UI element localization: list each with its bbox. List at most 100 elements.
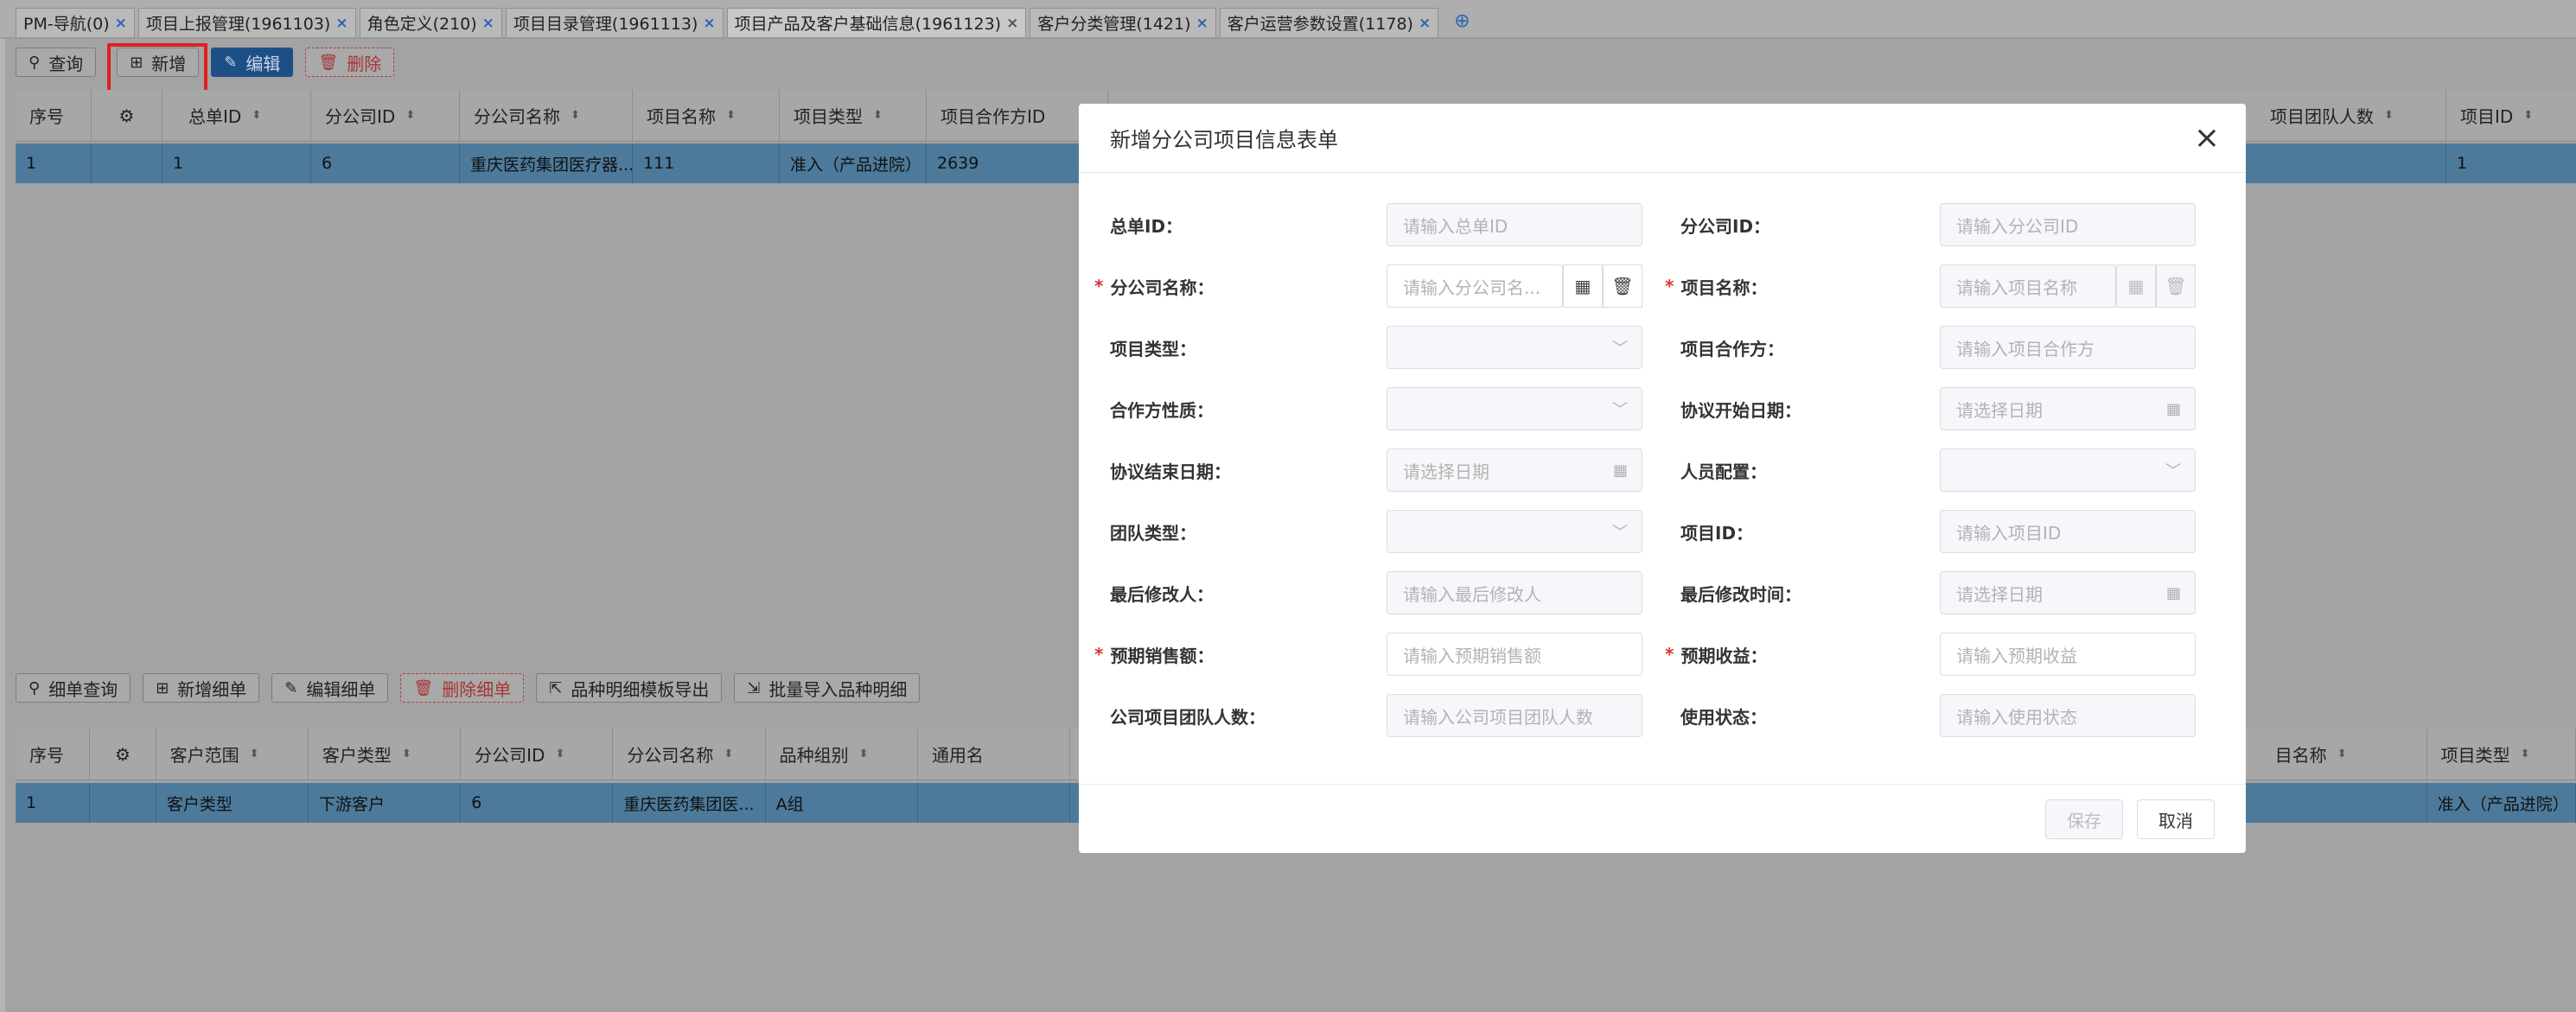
usage-status-input[interactable]: 请输入使用状态 xyxy=(1940,694,2196,737)
close-icon[interactable]: × xyxy=(2194,123,2220,154)
column-header[interactable]: 分公司名称 ⬍ xyxy=(613,728,766,780)
team-size-input[interactable]: 请输入公司项目团队人数 xyxy=(1387,694,1642,737)
required-marker: * xyxy=(1094,276,1104,296)
tab-close-icon[interactable]: × xyxy=(1196,15,1208,32)
column-header[interactable]: 分公司ID ⬍ xyxy=(311,89,460,142)
batch-import-button[interactable]: ⇲ 批量导入品种明细 xyxy=(734,673,921,703)
column-header[interactable]: 序号 xyxy=(16,728,91,780)
column-header[interactable]: 品种组别 ⬍ xyxy=(766,728,918,780)
project-name-input[interactable]: 请输入项目名称 xyxy=(1940,264,2116,308)
sort-icon[interactable]: ⬍ xyxy=(2521,748,2530,761)
sort-icon[interactable]: ⬍ xyxy=(726,109,736,122)
cancel-button[interactable]: 取消 xyxy=(2137,799,2215,839)
export-template-button[interactable]: ⇱ 品种明细模板导出 xyxy=(536,673,723,703)
total-order-id-label: 总单ID： xyxy=(1110,203,1183,246)
sort-icon[interactable]: ⬍ xyxy=(2337,748,2347,761)
sort-icon[interactable]: ⬍ xyxy=(2523,109,2533,122)
sort-icon[interactable]: ⬍ xyxy=(405,109,415,122)
column-header[interactable]: 项目类型 ⬍ xyxy=(2427,728,2576,780)
placeholder-text: 请选择日期 xyxy=(1956,583,2043,605)
last-modified-time-input[interactable]: 请选择日期 ▦ xyxy=(1940,571,2196,614)
tab-project-product-customer[interactable]: 项目产品及客户基础信息(1961123) × xyxy=(726,8,1027,37)
column-header[interactable]: 客户范围 ⬍ xyxy=(156,728,309,780)
tab-close-icon[interactable]: × xyxy=(482,15,494,32)
last-modifier-input[interactable]: 请输入最后修改人 xyxy=(1387,571,1642,614)
sort-icon[interactable]: ⬍ xyxy=(724,748,733,761)
cell: 1 xyxy=(16,143,92,183)
column-header[interactable]: 目名称 ⬍ xyxy=(2272,728,2427,780)
tab-close-icon[interactable]: × xyxy=(703,15,715,32)
sort-icon[interactable]: ⬍ xyxy=(555,748,564,761)
tab-pm-nav[interactable]: PM-导航(0) × xyxy=(16,8,135,37)
column-header[interactable]: 分公司名称 ⬍ xyxy=(460,89,633,142)
column-header[interactable]: 项目类型 ⬍ xyxy=(780,89,927,142)
tab-close-icon[interactable]: × xyxy=(1006,15,1018,32)
delete-button[interactable]: 🗑 删除 xyxy=(305,48,395,77)
expected-profit-input[interactable]: 请输入预期收益 xyxy=(1940,633,2196,676)
add-tab-icon[interactable]: ⊕ xyxy=(1454,10,1470,32)
total-order-id-input[interactable]: 请输入总单ID xyxy=(1387,203,1642,246)
field-label-text: 预期收益： xyxy=(1680,645,1768,666)
field-label-text: 预期销售额： xyxy=(1110,645,1215,666)
column-header[interactable]: 序号 xyxy=(16,89,92,142)
detail-delete-button[interactable]: 🗑 删除细单 xyxy=(400,673,525,703)
project-name-label: * 项目名称： xyxy=(1665,264,1767,308)
expected-sales-input[interactable]: 请输入预期销售额 xyxy=(1387,633,1642,676)
grid-icon[interactable]: ▦ xyxy=(2116,264,2156,308)
tab-customer-operation[interactable]: 客户运营参数设置(1178) × xyxy=(1219,8,1439,37)
project-partner-input[interactable]: 请输入项目合作方 xyxy=(1940,326,2196,369)
column-header[interactable]: 项目团队人数 ⬍ xyxy=(2267,89,2446,142)
gear-icon[interactable]: ⚙ xyxy=(92,89,163,142)
sort-icon[interactable]: ⬍ xyxy=(571,109,580,122)
tab-close-icon[interactable]: × xyxy=(115,15,127,32)
chevron-down-icon: ﹀ xyxy=(1612,401,1628,419)
cell: 6 xyxy=(461,783,614,823)
cell: 1 xyxy=(2457,154,2468,173)
tab-project-report[interactable]: 项目上报管理(1961103) × xyxy=(137,8,356,37)
calendar-icon: ▦ xyxy=(2165,583,2181,602)
sort-icon[interactable]: ⬍ xyxy=(2384,109,2394,122)
sort-icon[interactable]: ⬍ xyxy=(859,748,869,761)
query-button[interactable]: ⚲ 查询 xyxy=(16,48,97,77)
tab-close-icon[interactable]: × xyxy=(335,15,348,32)
grid-icon[interactable]: ▦ xyxy=(1563,264,1603,308)
edit-button[interactable]: ✎ 编辑 xyxy=(211,48,294,77)
sort-icon[interactable]: ⬍ xyxy=(252,109,261,122)
expected-profit-label: * 预期收益： xyxy=(1665,633,1767,676)
dialog-footer: 保存 取消 xyxy=(1079,784,2246,853)
agreement-end-date-input[interactable]: 请选择日期 ▦ xyxy=(1387,449,1642,492)
tab-close-icon[interactable]: × xyxy=(1419,15,1431,32)
tab-customer-category[interactable]: 客户分类管理(1421) × xyxy=(1030,8,1216,37)
trash-icon[interactable]: 🗑 xyxy=(2156,264,2196,308)
team-type-input[interactable]: ﹀ xyxy=(1387,510,1642,553)
partner-nature-input[interactable]: ﹀ xyxy=(1387,387,1642,430)
agreement-start-date-input[interactable]: 请选择日期 ▦ xyxy=(1940,387,2196,430)
project-type-input[interactable]: ﹀ xyxy=(1387,326,1642,369)
tab-project-catalog[interactable]: 项目目录管理(1961113) × xyxy=(505,8,724,37)
save-button[interactable]: 保存 xyxy=(2045,799,2123,839)
column-header[interactable]: 项目ID ⬍ xyxy=(2446,90,2576,142)
branch-id-input[interactable]: 请输入分公司ID xyxy=(1940,203,2196,246)
column-header[interactable]: 客户类型 ⬍ xyxy=(309,728,462,780)
gear-icon[interactable]: ⚙ xyxy=(90,728,156,780)
column-header[interactable]: 总单ID ⬍ xyxy=(163,89,311,142)
staff-config-input[interactable]: ﹀ xyxy=(1940,449,2196,492)
trash-icon[interactable]: 🗑 xyxy=(1603,264,1642,308)
cell: 客户类型 xyxy=(156,783,309,823)
column-header[interactable]: 项目名称 ⬍ xyxy=(633,89,780,142)
add-button-highlight xyxy=(107,43,207,95)
detail-add-button[interactable]: ⊞ 新增细单 xyxy=(143,673,260,703)
agreement-end-date-label: 协议结束日期： xyxy=(1110,449,1231,492)
detail-edit-button[interactable]: ✎ 编辑细单 xyxy=(271,673,389,703)
detail-query-button[interactable]: ⚲ 细单查询 xyxy=(16,673,131,703)
branch-name-input[interactable]: 请输入分公司名... xyxy=(1387,264,1563,308)
sort-icon[interactable]: ⬍ xyxy=(250,748,259,761)
last-modifier-label: 最后修改人： xyxy=(1110,571,1214,614)
column-header[interactable]: 分公司ID ⬍ xyxy=(461,728,614,780)
chevron-down-icon: ﹀ xyxy=(2165,462,2181,481)
sort-icon[interactable]: ⬍ xyxy=(873,109,883,122)
tab-role-definition[interactable]: 角色定义(210) × xyxy=(359,8,502,37)
column-header[interactable]: 通用名 xyxy=(918,728,1071,780)
project-id-input[interactable]: 请输入项目ID xyxy=(1940,510,2196,553)
sort-icon[interactable]: ⬍ xyxy=(402,748,411,761)
